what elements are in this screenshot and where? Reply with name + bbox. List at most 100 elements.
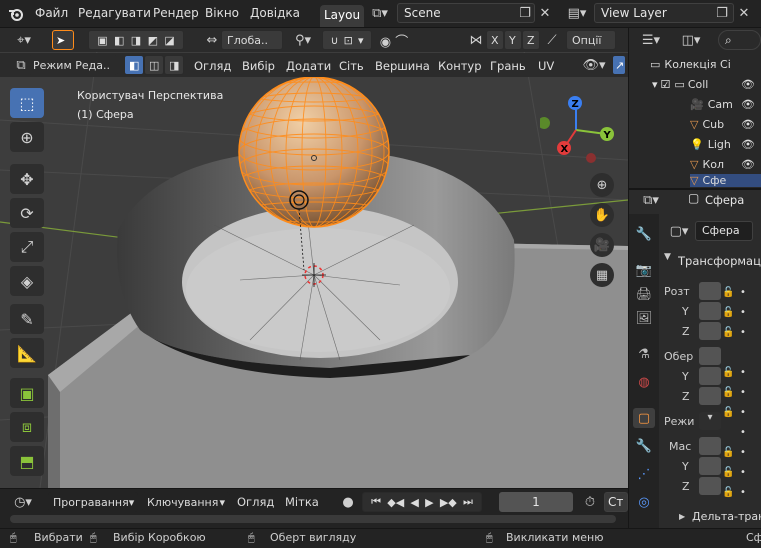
menu-help[interactable]: Довідка [250, 6, 300, 20]
play-icon[interactable]: ▶ [425, 496, 433, 509]
particles-tab-icon[interactable]: ⋰ [633, 464, 655, 484]
timeline-marker-menu[interactable]: Мітка [285, 495, 319, 509]
copy-scene-icon[interactable]: ❐ [515, 3, 535, 23]
rotation-z-field[interactable] [699, 387, 721, 405]
location-x-field[interactable] [699, 282, 721, 300]
properties-type-icon[interactable]: ⧉▾ [636, 190, 666, 210]
outliner-row-cube[interactable]: ▽ Cub 👁 [690, 114, 761, 134]
cursor-tool-icon[interactable]: ⊕ [10, 122, 44, 152]
face-select-button[interactable]: ◨ [164, 55, 184, 75]
measure-tool-icon[interactable]: 📐 [10, 338, 44, 368]
vertex-select-button[interactable]: ◧ [124, 55, 144, 75]
render-tab-icon[interactable]: 📷 [633, 260, 655, 280]
output-tab-icon[interactable]: 🖨 [633, 284, 655, 304]
transform-section-title[interactable]: Трансформац [678, 254, 761, 268]
eye-icon[interactable]: 👁 [741, 78, 755, 91]
location-y-field[interactable] [699, 302, 721, 320]
annotate-tool-icon[interactable]: ✎ [10, 304, 44, 334]
physics-tab-icon[interactable]: ◎ [633, 492, 655, 512]
scale-y-field[interactable] [699, 457, 721, 475]
mode-dropdown[interactable]: Режим Реда.. [28, 55, 118, 75]
perspective-toggle-icon[interactable]: ▦ [590, 263, 614, 287]
expand-triangle-icon[interactable]: ▶ [679, 512, 685, 521]
outliner-row-sphere[interactable]: ▽ Сфе [690, 174, 761, 187]
outliner-row-camera[interactable]: 🎥 Cam 👁 [690, 94, 761, 114]
menu-select[interactable]: Вибір [242, 59, 275, 73]
zoom-icon[interactable]: ⊕ [590, 173, 614, 197]
timeline-view-menu[interactable]: Огляд [237, 495, 274, 509]
options-dropdown[interactable]: Опції [566, 30, 616, 50]
bevel-tool-icon[interactable]: ⬒ [10, 446, 44, 476]
location-z-field[interactable] [699, 322, 721, 340]
visibility-icon[interactable]: 👁▾ [580, 55, 608, 75]
play-reverse-icon[interactable]: ◀ [410, 496, 418, 509]
jump-start-icon[interactable]: ⏮ [371, 495, 381, 509]
timeline-editor-icon[interactable]: ◷▾ [8, 492, 38, 512]
move-tool-icon[interactable]: ✥ [10, 164, 44, 194]
menu-edit[interactable]: Редагувати [78, 6, 151, 20]
rotation-y-field[interactable] [699, 367, 721, 385]
select-box-tool-icon[interactable]: ⬚ [10, 88, 44, 118]
object-tab-icon[interactable]: ▢ [633, 408, 655, 428]
menu-edge[interactable]: Контур [438, 59, 482, 73]
record-icon[interactable]: ● [338, 492, 358, 512]
close-icon[interactable]: ✕ [535, 3, 555, 23]
checkbox-icon[interactable]: ☑ [661, 78, 671, 91]
navigation-gizmo[interactable]: Z Y X [540, 92, 620, 172]
menu-add[interactable]: Додати [286, 59, 331, 73]
scale-x-field[interactable] [699, 437, 721, 455]
playback-dropdown[interactable]: Програвання ▾ [48, 492, 138, 512]
keying-dropdown[interactable]: Ключування ▾ [142, 492, 230, 512]
tool-tab-icon[interactable]: 🔧 [633, 224, 655, 244]
prev-keyframe-icon[interactable]: ◆◀ [387, 496, 404, 509]
playback-controls[interactable]: ⏮ ◆◀ ◀ ▶ ▶◆ ⏭ [362, 492, 482, 512]
axis-z-button[interactable]: Z [522, 30, 540, 50]
next-keyframe-icon[interactable]: ▶◆ [440, 496, 457, 509]
start-frame-field[interactable]: Ст [604, 492, 628, 512]
keyframe-dot-icons[interactable]: • • • • • • • • • • [740, 283, 746, 503]
transform-orientation-dropdown[interactable]: Глоба.. [221, 30, 283, 50]
eye-icon[interactable]: 👁 [741, 138, 755, 151]
delta-transform-section[interactable]: Дельта-тран [692, 510, 761, 523]
pan-hand-icon[interactable]: ✋ [590, 203, 614, 227]
eye-icon[interactable]: 👁 [741, 98, 755, 111]
menu-window[interactable]: Вікно [205, 6, 239, 20]
jump-end-icon[interactable]: ⏭ [463, 495, 473, 509]
inset-tool-icon[interactable]: ⧈ [10, 412, 44, 442]
axis-y-button[interactable]: Y [504, 30, 522, 50]
object-datablock-icon[interactable]: ▢▾ [664, 221, 694, 241]
menu-face[interactable]: Грань [490, 59, 526, 73]
proportional-edit-icon[interactable]: ◉ ⌒ [378, 30, 410, 50]
auto-merge-icon[interactable]: ⟋ [542, 30, 562, 50]
rotation-x-field[interactable] [699, 347, 721, 365]
world-tab-icon[interactable]: ◍ [633, 372, 655, 392]
tab-layout[interactable]: Layou [320, 5, 365, 27]
eye-icon[interactable]: 👁 [741, 118, 755, 131]
select-tool-icon[interactable]: ➤ [52, 30, 74, 50]
copy-view-layer-icon[interactable]: ❐ [712, 3, 732, 23]
axis-x-button[interactable]: X [486, 30, 504, 50]
scene-tab-icon[interactable]: ⚗ [633, 344, 655, 364]
menu-file[interactable]: Файл [35, 6, 68, 20]
select-mode-buttons[interactable]: ▣ ◧ ◨ ◩ ◪ [88, 30, 184, 50]
scene-selector-icon[interactable]: ⧉▾ [366, 3, 394, 23]
menu-mesh[interactable]: Сіть [339, 59, 364, 73]
display-mode-icon[interactable]: ◫▾ [676, 30, 706, 50]
view-layer-selector-icon[interactable]: ▤▾ [563, 3, 591, 23]
view-layer-tab-icon[interactable]: 🖼 [633, 308, 655, 328]
rotate-tool-icon[interactable]: ⟳ [10, 198, 44, 228]
outliner-row-collection[interactable]: ▾ ☑ ▭ Coll 👁 [652, 74, 761, 94]
disclosure-icon[interactable]: ▾ [652, 78, 658, 91]
mirror-icon[interactable]: ⋈ [466, 30, 486, 50]
current-frame-field[interactable]: 1 [499, 492, 573, 512]
collapse-triangle-icon[interactable]: ▼ [664, 252, 671, 262]
stopwatch-icon[interactable]: ⏱ [580, 492, 600, 512]
eye-icon[interactable]: 👁 [741, 158, 755, 171]
scale-z-field[interactable] [699, 477, 721, 495]
blender-logo-icon[interactable] [6, 4, 26, 24]
snap-buttons[interactable]: ∪ ⊡ ▾ [322, 30, 372, 50]
object-name-field[interactable]: Сфера [695, 221, 753, 241]
outliner-search-input[interactable]: ⌕ [718, 30, 761, 50]
menu-view[interactable]: Огляд [194, 59, 231, 73]
menu-uv[interactable]: UV [538, 59, 554, 73]
